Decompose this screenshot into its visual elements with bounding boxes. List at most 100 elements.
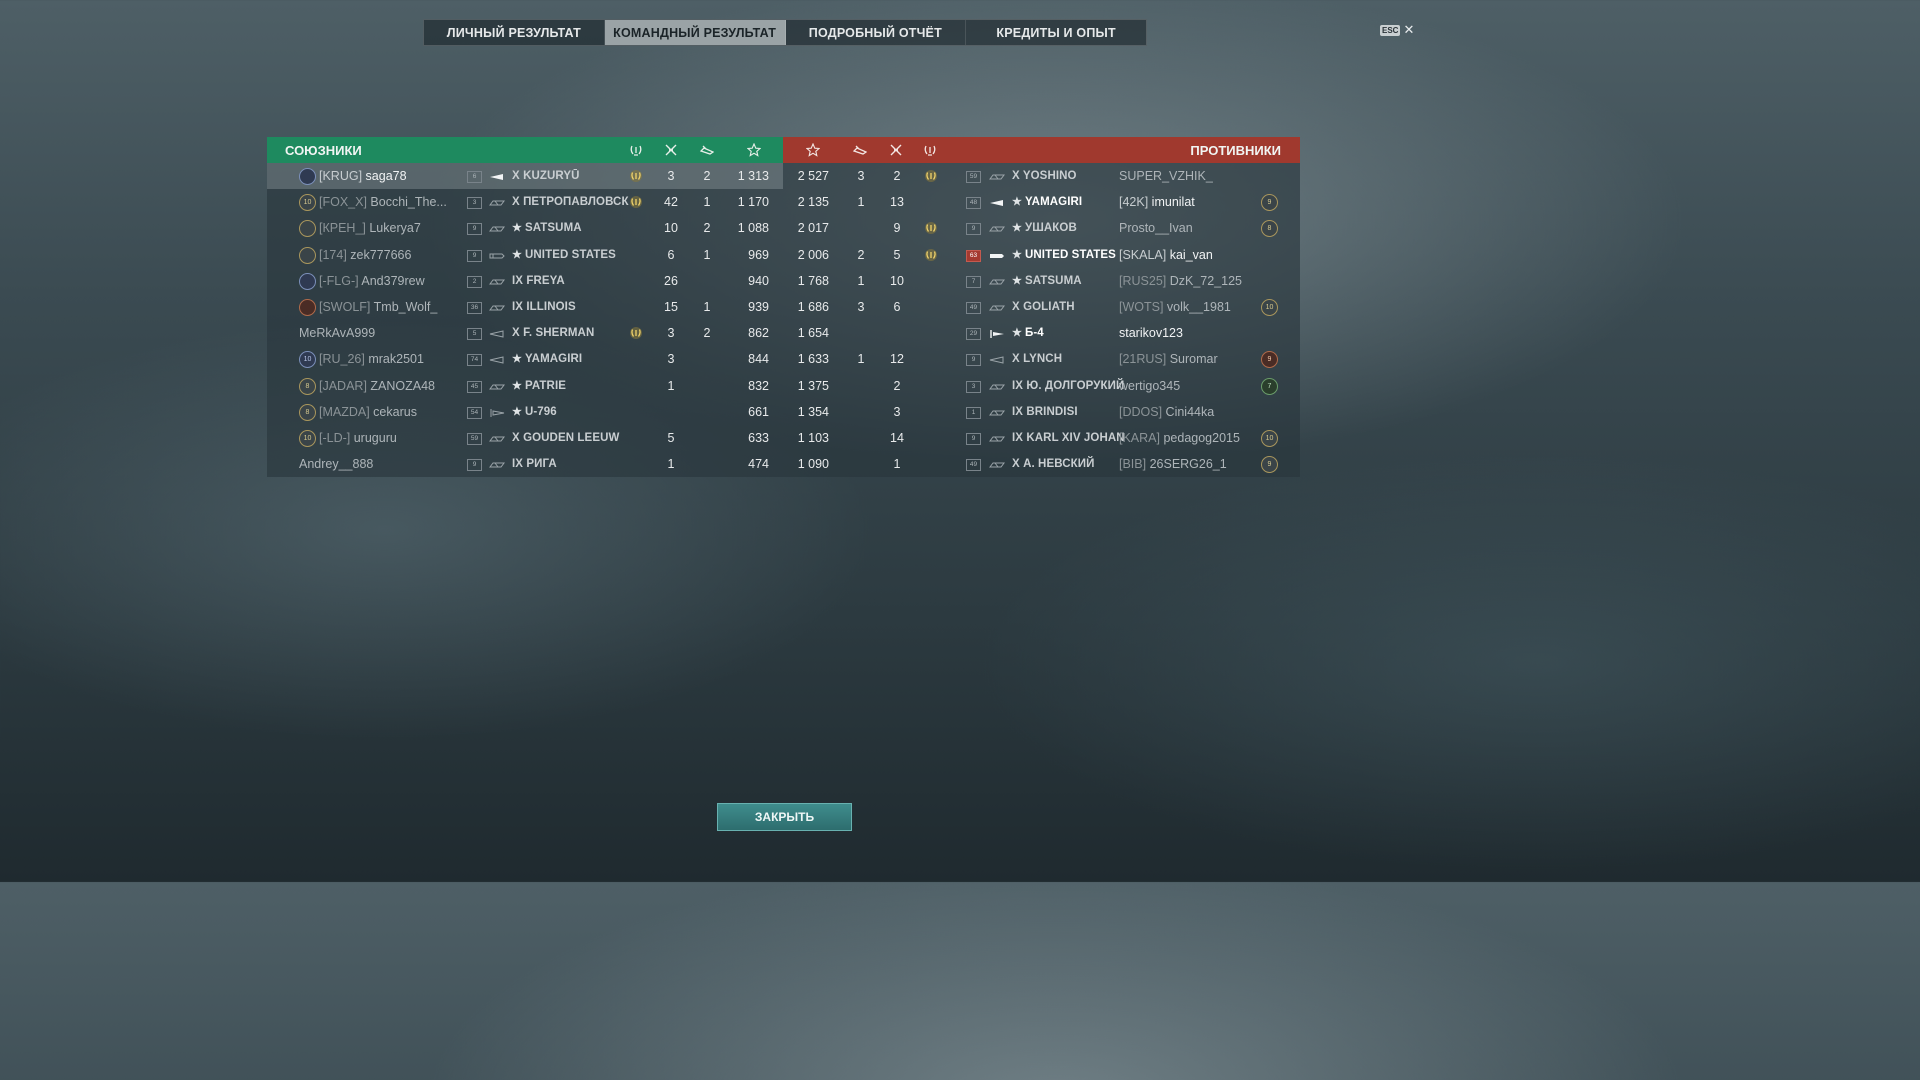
- player-name[interactable]: starikov123: [1119, 320, 1183, 346]
- enemies-header: ПРОТИВНИКИ: [783, 137, 1300, 163]
- clan-tag: [KARA]: [1119, 431, 1164, 445]
- player-level-badge: 59: [467, 433, 482, 445]
- player-nickname: Suromar: [1169, 352, 1218, 367]
- enemy-row[interactable]: 1 103 14 9 IX KARL XIV JOHAN [KARA] pedagog2…: [783, 425, 1300, 451]
- player-name[interactable]: [MAZDA] cekarus: [319, 399, 417, 425]
- player-level-badge: 9: [467, 223, 482, 236]
- player-name[interactable]: [SWOLF] Tmb_Wolf_: [319, 294, 437, 320]
- ships-destroyed-value: [843, 373, 879, 399]
- esc-close-button[interactable]: ESC ✕: [1380, 22, 1414, 38]
- enemy-row[interactable]: 1 375 2 3 IX Ю. ДОЛГОРУКИЙ wertigo345 7: [783, 373, 1300, 399]
- player-name[interactable]: [KARA] pedagog2015: [1119, 425, 1240, 451]
- player-name[interactable]: wertigo345: [1119, 373, 1180, 399]
- player-name[interactable]: [KRUG] saga78: [319, 163, 407, 189]
- player-nickname: DzK_72_125: [1169, 273, 1242, 288]
- clan-tag: [-FLG-]: [319, 273, 362, 288]
- player-name[interactable]: [42K] imunilat: [1119, 189, 1195, 215]
- premium-star-icon: ★: [512, 405, 522, 418]
- ship-name: X ПЕТРОПАВЛОВСК: [512, 189, 629, 215]
- player-name[interactable]: [-FLG-] And379rew: [319, 268, 425, 294]
- tab-credits-and-xp[interactable]: КРЕДИТЫ И ОПЫТ: [966, 20, 1146, 45]
- player-name[interactable]: MeRkAvA999: [299, 320, 375, 346]
- base-xp-value: 2 017: [797, 221, 829, 236]
- player-name[interactable]: [WOTS] volk__1981: [1119, 294, 1231, 320]
- ally-row[interactable]: 8 [MAZDA] cekarus 54 ★ U-796 661: [267, 399, 783, 425]
- player-name[interactable]: Andrey__888: [299, 451, 373, 477]
- base-xp-value: 1 354: [797, 404, 829, 419]
- enemy-row[interactable]: 2 135 1 13 48 ★ YAMAGIRI [42K] imunilat 9: [783, 189, 1300, 215]
- enemy-row[interactable]: 2 006 2 5 63 ★ UNITED STATES [SKALA] kai_van: [783, 242, 1300, 268]
- planes-destroyed-value: 26: [664, 273, 678, 288]
- enemy-row[interactable]: 1 354 3 1 IX BRINDISI [DDOS] Cini44ka: [783, 399, 1300, 425]
- enemy-row[interactable]: 1 654 29 ★ Б-4 starikov123: [783, 320, 1300, 346]
- player-nickname: Tmb_Wolf_: [373, 300, 438, 314]
- laurel-icon: [628, 142, 644, 158]
- player-name[interactable]: SUPER_VZHIK_: [1119, 163, 1213, 189]
- ship-name: IX РИГА: [512, 451, 557, 477]
- close-button[interactable]: ЗАКРЫТЬ: [717, 803, 852, 831]
- ally-row[interactable]: 10 [FOX_X] Bocchi_The... 3 X ПЕТРОПАВЛОВСК 4…: [267, 189, 783, 215]
- planes-destroyed-value: [653, 399, 689, 425]
- player-name[interactable]: [BIB] 26SERG26_1: [1119, 451, 1227, 477]
- ally-row[interactable]: [КРЕН_] Lukerya7 9 ★ SATSUMA 10 2 1 088: [267, 215, 783, 241]
- ally-row[interactable]: 10 [RU_26] mrak2501 74 ★ YAMAGIRI 3 844: [267, 346, 783, 372]
- player-name[interactable]: [174] zek777666: [319, 242, 411, 268]
- player-name[interactable]: [JADAR] ZANOZA48: [319, 373, 435, 399]
- base-xp-value: 1 686: [797, 300, 829, 314]
- clan-rank-badge-icon: 9: [1261, 351, 1278, 369]
- player-level-badge: 9: [467, 249, 482, 262]
- player-nickname: Andrey__888: [299, 457, 374, 472]
- player-nickname: wertigo345: [1119, 378, 1181, 393]
- ally-row[interactable]: Andrey__888 9 IX РИГА 1 474: [267, 451, 783, 477]
- tab-personal-result[interactable]: ЛИЧНЫЙ РЕЗУЛЬТАТ: [424, 20, 605, 45]
- clan-tag: [RU_26]: [319, 352, 369, 367]
- base-xp-value: 1 090: [797, 457, 829, 472]
- ally-row[interactable]: [SWOLF] Tmb_Wolf_ 36 IX ILLINOIS 15 1 939: [267, 294, 783, 320]
- enemy-row[interactable]: 2 527 3 2 59 X YOSHINO SUPER_VZHIK_: [783, 163, 1300, 189]
- base-xp-value: 2 135: [797, 195, 829, 210]
- ship-name-text: IX РИГА: [512, 458, 557, 471]
- clan-tag: [КРЕН_]: [319, 221, 370, 236]
- player-name[interactable]: [DDOS] Cini44ka: [1119, 399, 1214, 425]
- enemy-row[interactable]: 1 633 1 12 9 X LYNCH [21RUS] Suromar 9: [783, 346, 1300, 372]
- player-level-badge: 54: [467, 406, 482, 419]
- ships-destroyed-icon: [852, 142, 868, 158]
- player-name[interactable]: [FOX_X] Bocchi_The...: [319, 189, 447, 215]
- player-nickname: pedagog2015: [1163, 431, 1240, 445]
- clan-rank-badge-icon: [299, 246, 316, 264]
- ships-destroyed-icon: [699, 142, 715, 158]
- player-name[interactable]: [КРЕН_] Lukerya7: [319, 215, 421, 241]
- player-name[interactable]: [RUS25] DzK_72_125: [1119, 268, 1242, 294]
- player-name[interactable]: [21RUS] Suromar: [1119, 346, 1218, 372]
- planes-destroyed-value: 5: [893, 247, 901, 262]
- player-name[interactable]: [SKALA] kai_van: [1119, 242, 1213, 268]
- ship-class-icon: [989, 459, 1005, 469]
- ship-name-text: IX ILLINOIS: [512, 301, 576, 313]
- tab-detailed-report[interactable]: ПОДРОБНЫЙ ОТЧЁТ: [786, 20, 967, 45]
- enemy-row[interactable]: 1 090 1 49 X А. НЕВСКИЙ [BIB] 26SERG26_1 9: [783, 451, 1300, 477]
- ally-row[interactable]: 10 [-LD-] uruguru 59 X GOUDEN LEEUW 5 633: [267, 425, 783, 451]
- planes-destroyed-icon: [663, 142, 679, 158]
- ally-row[interactable]: 8 [JADAR] ZANOZA48 45 ★ PATRIE 1 832: [267, 373, 783, 399]
- enemy-row[interactable]: 2 017 9 9 ★ УШАКОВ Prosto__Ivan 8: [783, 215, 1300, 241]
- planes-destroyed-value: 10: [890, 273, 904, 288]
- ally-row[interactable]: [174] zek777666 9 ★ UNITED STATES 6 1 969: [267, 242, 783, 268]
- clan-tag: [MAZDA]: [319, 404, 374, 419]
- player-name[interactable]: [RU_26] mrak2501: [319, 346, 424, 372]
- enemy-row[interactable]: 1 768 1 10 7 ★ SATSUMA [RUS25] DzK_72_125: [783, 268, 1300, 294]
- base-xp-value: 969: [748, 247, 769, 262]
- planes-destroyed-value: 42: [664, 195, 678, 210]
- ships-destroyed-value: 1: [857, 195, 865, 210]
- player-name[interactable]: [-LD-] uruguru: [319, 425, 397, 451]
- enemy-row[interactable]: 1 686 3 6 49 X GOLIATH [WOTS] volk__1981 10: [783, 294, 1300, 320]
- ship-class-icon: [989, 433, 1005, 443]
- ally-row[interactable]: MeRkAvA999 5 X F. SHERMAN 3 2 862: [267, 320, 783, 346]
- player-level-badge: 45: [467, 380, 482, 393]
- tab-team-result[interactable]: КОМАНДНЫЙ РЕЗУЛЬТАТ: [604, 20, 786, 45]
- base-xp-value: 474: [748, 457, 769, 472]
- ship-name-text: X ПЕТРОПАВЛОВСК: [512, 196, 629, 209]
- ally-row[interactable]: [-FLG-] And379rew 2 IX FREYA 26 940: [267, 268, 783, 294]
- ally-row[interactable]: [KRUG] saga78 6 X KUZURYŪ 3 2 1 313: [267, 163, 783, 189]
- player-name[interactable]: Prosto__Ivan: [1119, 215, 1193, 241]
- ship-name: IX Ю. ДОЛГОРУКИЙ: [1012, 373, 1124, 399]
